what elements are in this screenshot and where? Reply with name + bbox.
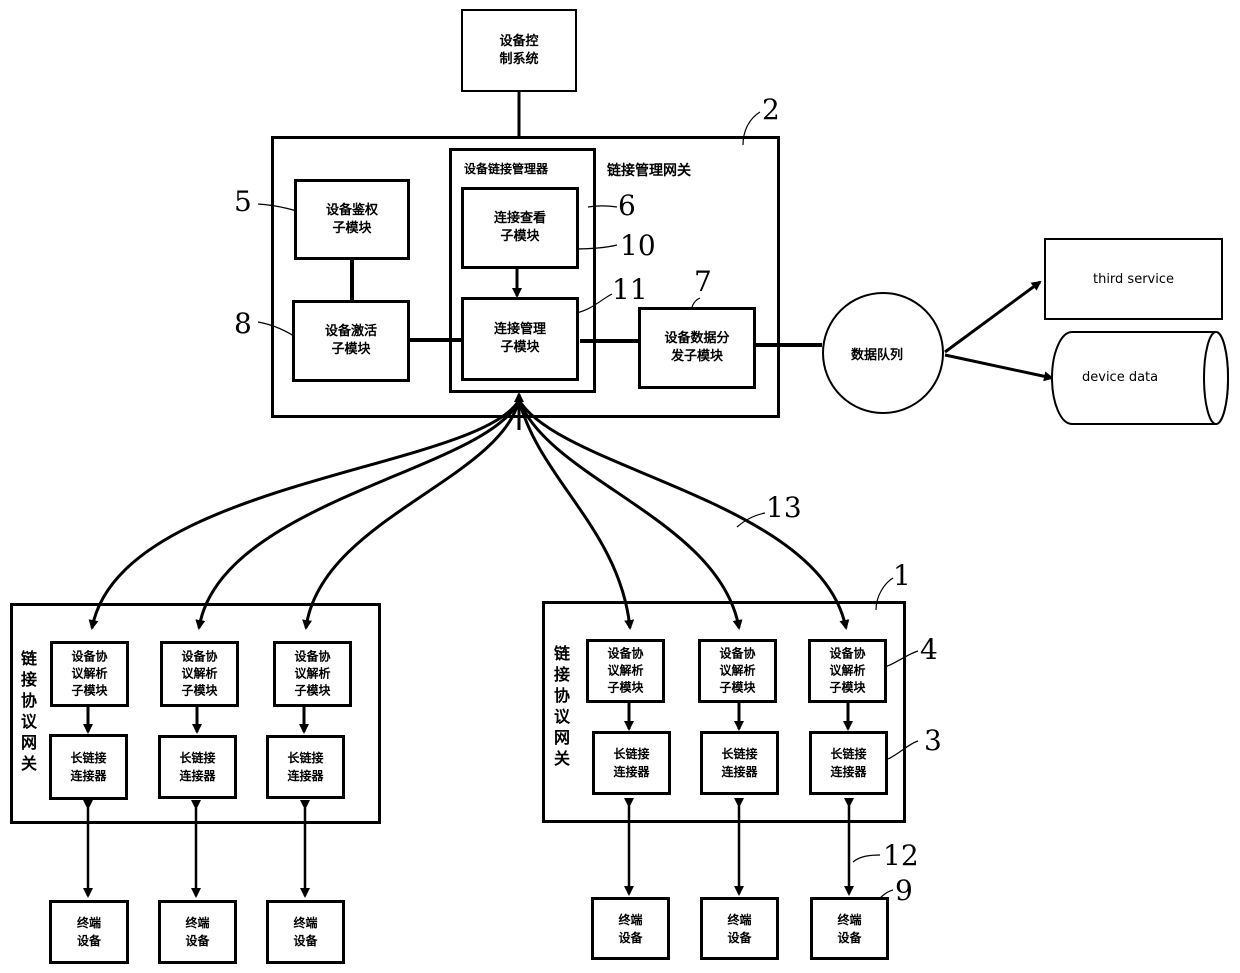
data-dispatch-module: 设备数据分 发子模块 (638, 307, 756, 389)
terminal-device: 终端 设备 (49, 900, 129, 964)
protocol-parser-module: 设备协 议解析 子模块 (808, 639, 887, 703)
long-link-connector: 长链接 连接器 (158, 735, 237, 799)
connector-label: 长链接 连接器 (287, 751, 324, 783)
parser-label: 设备协 议解析 子模块 (719, 646, 756, 695)
ref-1: 1 (893, 559, 911, 592)
device-control-system: 设备控 制系统 (461, 9, 577, 92)
long-link-connector: 长链接 连接器 (700, 731, 779, 795)
terminal-device: 终端 设备 (591, 897, 670, 960)
device-control-system-label: 设备控 制系统 (499, 33, 539, 67)
device-data-label: device data (1082, 370, 1159, 385)
terminal-label: 终端 设备 (185, 916, 210, 948)
data-queue-label: 数据队列 (851, 348, 904, 363)
protocol-parser-module: 设备协 议解析 子模块 (160, 641, 239, 707)
connection-view-module-label: 连接查看 子模块 (493, 211, 546, 244)
long-link-connector: 长链接 连接器 (49, 734, 128, 800)
ref-7: 7 (694, 265, 712, 298)
terminal-device: 终端 设备 (810, 897, 889, 960)
device-auth-module-label: 设备鉴权 子模块 (325, 202, 378, 236)
device-auth-module: 设备鉴权 子模块 (294, 179, 410, 260)
link-curve (302, 399, 521, 630)
parser-label: 设备协 议解析 子模块 (71, 649, 108, 698)
gateway-title: 链接管理网关 (607, 163, 691, 179)
connector-label: 长链接 连接器 (613, 747, 650, 779)
link-curve (517, 399, 743, 630)
third-service-box: third service (1044, 238, 1223, 320)
protocol-parser-module: 设备协 议解析 子模块 (50, 641, 129, 707)
protocol-parser-module: 设备协 议解析 子模块 (273, 641, 352, 707)
protocol-parser-module: 设备协 议解析 子模块 (698, 639, 777, 703)
protocol-gateway-right-title: 链 接 协 议 网 关 (553, 644, 570, 768)
device-activation-module: 设备激活 子模块 (292, 300, 410, 382)
device-activation-module-label: 设备激活 子模块 (324, 324, 377, 357)
terminal-label: 终端 设备 (618, 912, 643, 945)
terminal-label: 终端 设备 (727, 912, 752, 945)
connection-mgmt-module: 连接管理 子模块 (461, 297, 579, 381)
connector-label: 长链接 连接器 (70, 751, 107, 783)
long-link-connector: 长链接 连接器 (809, 731, 888, 795)
connection-mgmt-module-label: 连接管理 子模块 (493, 322, 546, 355)
ref-3: 3 (924, 724, 942, 757)
ref-12: 12 (883, 839, 919, 872)
third-service-label: third service (1092, 272, 1174, 287)
ref-4: 4 (920, 633, 938, 666)
parser-label: 设备协 议解析 子模块 (607, 646, 644, 695)
queue-data-arrow (944, 353, 1054, 382)
long-link-connector: 长链接 连接器 (592, 731, 671, 795)
parser-label: 设备协 议解析 子模块 (294, 649, 331, 698)
ref-9: 9 (895, 874, 913, 907)
leader-line (852, 854, 881, 863)
queue-third-arrow (944, 280, 1042, 354)
ref-8: 8 (234, 307, 252, 340)
link-manager-title: 设备链接管理器 (464, 162, 549, 176)
ref-10: 10 (620, 229, 656, 262)
ref-6: 6 (618, 189, 636, 222)
terminal-label: 终端 设备 (76, 916, 101, 948)
terminal-label: 终端 设备 (837, 912, 862, 945)
parser-label: 设备协 议解析 子模块 (181, 649, 218, 698)
link-curve (88, 399, 521, 630)
connector-label: 长链接 连接器 (721, 747, 758, 779)
terminal-label: 终端 设备 (293, 916, 318, 948)
link-curve (517, 399, 635, 630)
leader-line (736, 512, 766, 528)
data-dispatch-module-label: 设备数据分 发子模块 (664, 331, 730, 364)
ref-11: 11 (612, 273, 648, 306)
terminal-device: 终端 设备 (158, 900, 237, 964)
terminal-device: 终端 设备 (700, 897, 779, 960)
ref-5: 5 (234, 185, 252, 218)
protocol-parser-module: 设备协 议解析 子模块 (586, 639, 665, 703)
ref-2: 2 (762, 93, 780, 126)
ref-13: 13 (766, 491, 802, 524)
connector-label: 长链接 连接器 (830, 747, 867, 779)
terminal-device: 终端 设备 (266, 900, 345, 964)
connection-view-module: 连接查看 子模块 (461, 187, 579, 269)
connector-label: 长链接 连接器 (179, 751, 216, 783)
protocol-gateway-left-title: 链 接 协 议 网 关 (20, 649, 37, 773)
parser-label: 设备协 议解析 子模块 (829, 646, 866, 695)
long-link-connector: 长链接 连接器 (266, 735, 345, 799)
